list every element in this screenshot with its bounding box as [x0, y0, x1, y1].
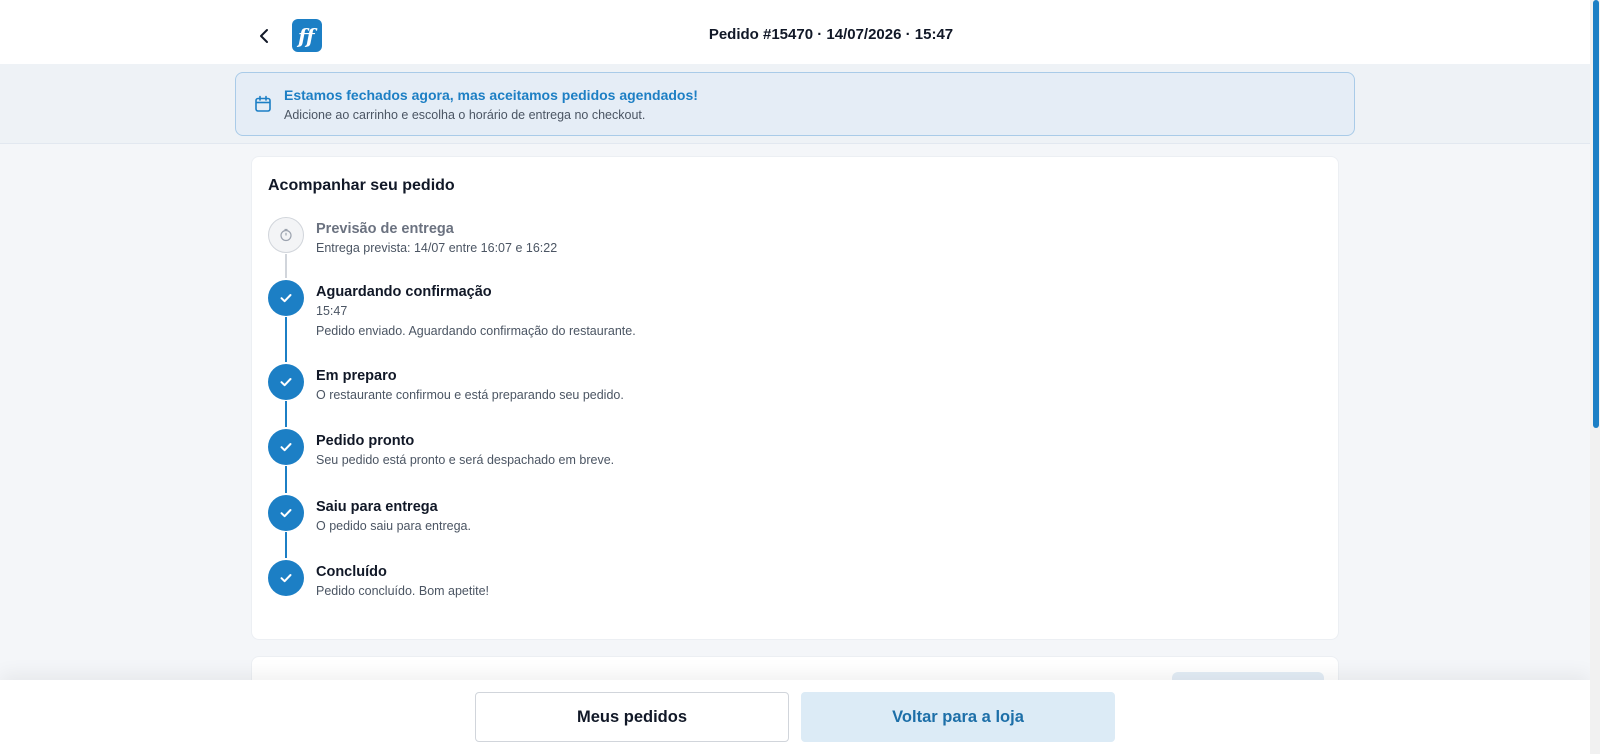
step-title: Previsão de entrega	[316, 221, 454, 237]
timeline-connector	[285, 401, 287, 427]
step-title: Pedido pronto	[316, 433, 415, 449]
check-icon	[280, 509, 292, 518]
step-status-circle	[268, 280, 304, 316]
step-status-circle	[268, 429, 304, 465]
step-detail: Seu pedido está pronto e será despachado…	[316, 453, 615, 467]
closed-notice-banner: Estamos fechados agora, mas aceitamos pe…	[235, 72, 1355, 136]
order-title: Pedido #15470 · 14/07/2026 · 15:47	[708, 26, 954, 43]
top-header: ff Pedido #15470 · 14/07/2026 · 15:47	[0, 0, 1590, 64]
order-tracking-card: Acompanhar seu pedido Previsão de entreg…	[251, 156, 1339, 640]
step-detail: Pedido enviado. Aguardando confirmação d…	[316, 324, 636, 338]
timeline-connector	[285, 254, 287, 278]
calendar-icon	[255, 95, 271, 112]
step-status-circle	[268, 217, 304, 253]
back-to-store-button[interactable]: Voltar para a loja	[801, 692, 1115, 742]
timeline-connector	[285, 466, 287, 493]
step-status-circle	[268, 364, 304, 400]
step-title: Aguardando confirmação	[316, 284, 492, 300]
step-status-circle	[268, 495, 304, 531]
check-icon	[280, 378, 292, 387]
step-title: Em preparo	[316, 368, 397, 384]
step-status-circle	[268, 560, 304, 596]
check-icon	[280, 443, 292, 452]
check-icon	[280, 574, 292, 583]
timeline-connector	[285, 317, 287, 362]
timeline-connector	[285, 532, 287, 558]
banner-title: Estamos fechados agora, mas aceitamos pe…	[284, 87, 698, 103]
step-time: 15:47	[316, 304, 348, 318]
my-orders-button[interactable]: Meus pedidos	[475, 692, 789, 742]
scrollbar-thumb[interactable]	[1593, 0, 1599, 428]
order-timeline: Previsão de entrega Entrega prevista: 14…	[268, 157, 1268, 641]
step-detail: Entrega prevista: 14/07 entre 16:07 e 16…	[316, 241, 558, 255]
banner-subtitle: Adicione ao carrinho e escolha o horário…	[284, 108, 646, 122]
step-detail: O restaurante confirmou e está preparand…	[316, 388, 624, 402]
step-detail: Pedido concluído. Bom apetite!	[316, 584, 490, 598]
bottom-action-bar: Meus pedidos Voltar para a loja	[0, 680, 1590, 754]
check-icon	[280, 294, 292, 303]
clock-icon	[280, 228, 292, 242]
step-title: Concluído	[316, 564, 387, 580]
step-title: Saiu para entrega	[316, 499, 438, 515]
step-detail: O pedido saiu para entrega.	[316, 519, 471, 533]
